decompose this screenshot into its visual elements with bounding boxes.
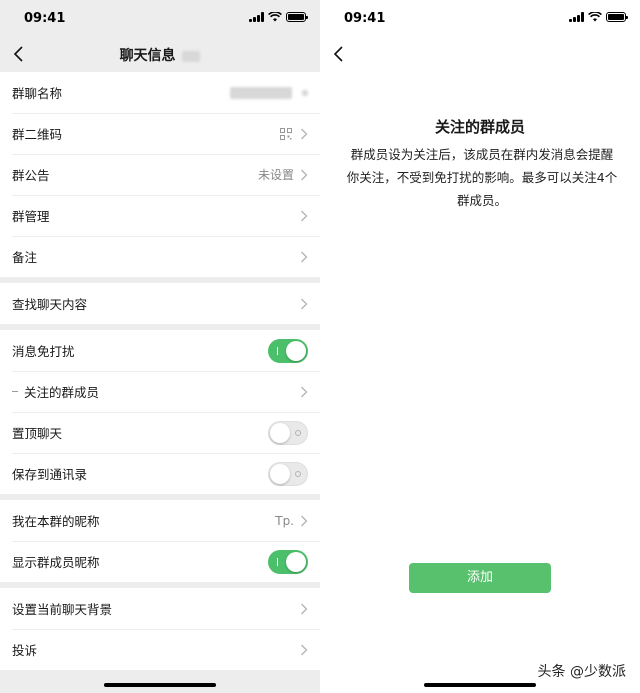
settings-row-label: 查找聊天内容 bbox=[12, 297, 88, 312]
toggle-mark bbox=[277, 346, 278, 355]
battery-icon bbox=[606, 12, 628, 22]
watermark: 头条 @少数派 bbox=[537, 664, 626, 680]
dash-icon bbox=[12, 391, 18, 392]
settings-row-label: 关注的群成员 bbox=[24, 385, 100, 400]
status-time: 09:41 bbox=[344, 11, 386, 26]
settings-row[interactable]: 群公告 未设置 bbox=[0, 154, 320, 195]
settings-row-label: 群公告 bbox=[12, 168, 50, 183]
settings-row-label: 备注 bbox=[12, 250, 38, 265]
settings-row[interactable]: 群二维码 bbox=[0, 113, 320, 154]
wifi-icon bbox=[588, 12, 602, 22]
status-time: 09:41 bbox=[24, 11, 66, 26]
home-indicator bbox=[104, 683, 216, 687]
signal-icon bbox=[569, 12, 584, 22]
chat-info-screen: 09:41 聊天信息 群聊名称 群二维码 群公告 未设置 群管理 备注 查找聊天内容 消息免打… bbox=[0, 0, 320, 693]
section-description: 群成员设为关注后，该成员在群内发消息会提醒你关注，不受到免打扰的影响。最多可以关… bbox=[346, 147, 618, 208]
settings-list: 群聊名称群二维码群公告 未设置群管理备注查找聊天内容 消息免打扰关注的群成员置顶聊天… bbox=[0, 72, 320, 676]
status-icons bbox=[249, 12, 308, 22]
chevron-right-icon bbox=[301, 298, 308, 309]
settings-group: 我在本群的昵称 Tp. 显示群成员昵称 bbox=[0, 500, 320, 582]
settings-row[interactable]: 查找聊天内容 bbox=[0, 283, 320, 324]
settings-row-label: 显示群成员昵称 bbox=[12, 555, 100, 570]
toggle-switch[interactable] bbox=[268, 549, 308, 574]
settings-row-label: 保存到通讯录 bbox=[12, 467, 88, 482]
toggle-mark bbox=[295, 470, 301, 477]
toggle-knob bbox=[270, 422, 290, 443]
settings-group: 群聊名称群二维码群公告 未设置群管理备注 bbox=[0, 72, 320, 277]
settings-row-label: 消息免打扰 bbox=[12, 344, 75, 359]
toggle-mark bbox=[277, 557, 278, 566]
nav-bar: 聊天信息 bbox=[0, 36, 320, 72]
chevron-right-icon bbox=[301, 251, 308, 262]
settings-row-label: 投诉 bbox=[12, 643, 38, 658]
toggle-mark bbox=[295, 429, 301, 436]
settings-row[interactable]: 群管理 bbox=[0, 195, 320, 236]
status-bar: 09:41 bbox=[0, 0, 320, 36]
settings-group: 查找聊天内容 bbox=[0, 283, 320, 324]
back-button[interactable] bbox=[330, 44, 350, 64]
toggle-knob bbox=[270, 463, 290, 484]
chevron-right-icon bbox=[301, 644, 308, 655]
add-button[interactable]: 添加 bbox=[409, 563, 551, 593]
home-indicator bbox=[424, 683, 536, 687]
status-icons bbox=[569, 12, 628, 22]
qr-code-icon bbox=[280, 127, 292, 140]
chevron-right-icon bbox=[301, 515, 308, 526]
chevron-left-icon bbox=[333, 46, 343, 62]
settings-row[interactable]: 设置当前聊天背景 bbox=[0, 588, 320, 629]
toggle-switch[interactable] bbox=[268, 420, 308, 445]
signal-icon bbox=[249, 12, 264, 22]
page-title-text: 聊天信息 bbox=[119, 48, 176, 64]
settings-row[interactable]: 置顶聊天 bbox=[0, 412, 320, 453]
blurred-group-name bbox=[230, 86, 292, 99]
followed-members-screen: 09:41 关注的群成员 群成员设为关注后，该成员在群内发消息会提醒你关注，不受… bbox=[320, 0, 640, 693]
settings-row[interactable]: 备注 bbox=[0, 236, 320, 277]
wifi-icon bbox=[268, 12, 282, 22]
settings-row[interactable]: 关注的群成员 bbox=[0, 371, 320, 412]
chevron-right-icon bbox=[301, 210, 308, 221]
settings-row[interactable]: 我在本群的昵称 Tp. bbox=[0, 500, 320, 541]
settings-row-label: 置顶聊天 bbox=[12, 426, 63, 441]
settings-group: 设置当前聊天背景 投诉 bbox=[0, 588, 320, 670]
settings-row-label: 我在本群的昵称 bbox=[12, 514, 100, 529]
toggle-knob bbox=[286, 551, 306, 572]
blurred-mark bbox=[302, 89, 308, 96]
page-title: 聊天信息 bbox=[0, 45, 320, 65]
toggle-switch[interactable] bbox=[268, 461, 308, 486]
toggle-switch[interactable] bbox=[268, 338, 308, 363]
nav-bar bbox=[320, 36, 640, 72]
chevron-right-icon bbox=[301, 603, 308, 614]
status-bar: 09:41 bbox=[320, 0, 640, 36]
settings-row[interactable]: 保存到通讯录 bbox=[0, 453, 320, 494]
settings-row-label: 群二维码 bbox=[12, 127, 63, 142]
settings-group: 消息免打扰关注的群成员置顶聊天保存到通讯录 bbox=[0, 330, 320, 494]
settings-row-label: 群聊名称 bbox=[12, 86, 63, 101]
blurred-count bbox=[182, 50, 201, 62]
chevron-right-icon bbox=[301, 128, 308, 139]
settings-row-label: 群管理 bbox=[12, 209, 50, 224]
battery-icon bbox=[286, 12, 308, 22]
settings-row-label: 设置当前聊天背景 bbox=[12, 602, 113, 617]
chevron-right-icon bbox=[301, 169, 308, 180]
toggle-knob bbox=[286, 340, 306, 361]
section-title: 关注的群成员 bbox=[434, 118, 525, 136]
settings-row[interactable]: 显示群成员昵称 bbox=[0, 541, 320, 582]
settings-row-value: Tp. bbox=[275, 513, 294, 528]
settings-row-value: 未设置 bbox=[257, 168, 294, 182]
settings-row[interactable]: 群聊名称 bbox=[0, 72, 320, 113]
settings-row[interactable]: 投诉 bbox=[0, 629, 320, 670]
chevron-right-icon bbox=[301, 386, 308, 397]
settings-row[interactable]: 消息免打扰 bbox=[0, 330, 320, 371]
